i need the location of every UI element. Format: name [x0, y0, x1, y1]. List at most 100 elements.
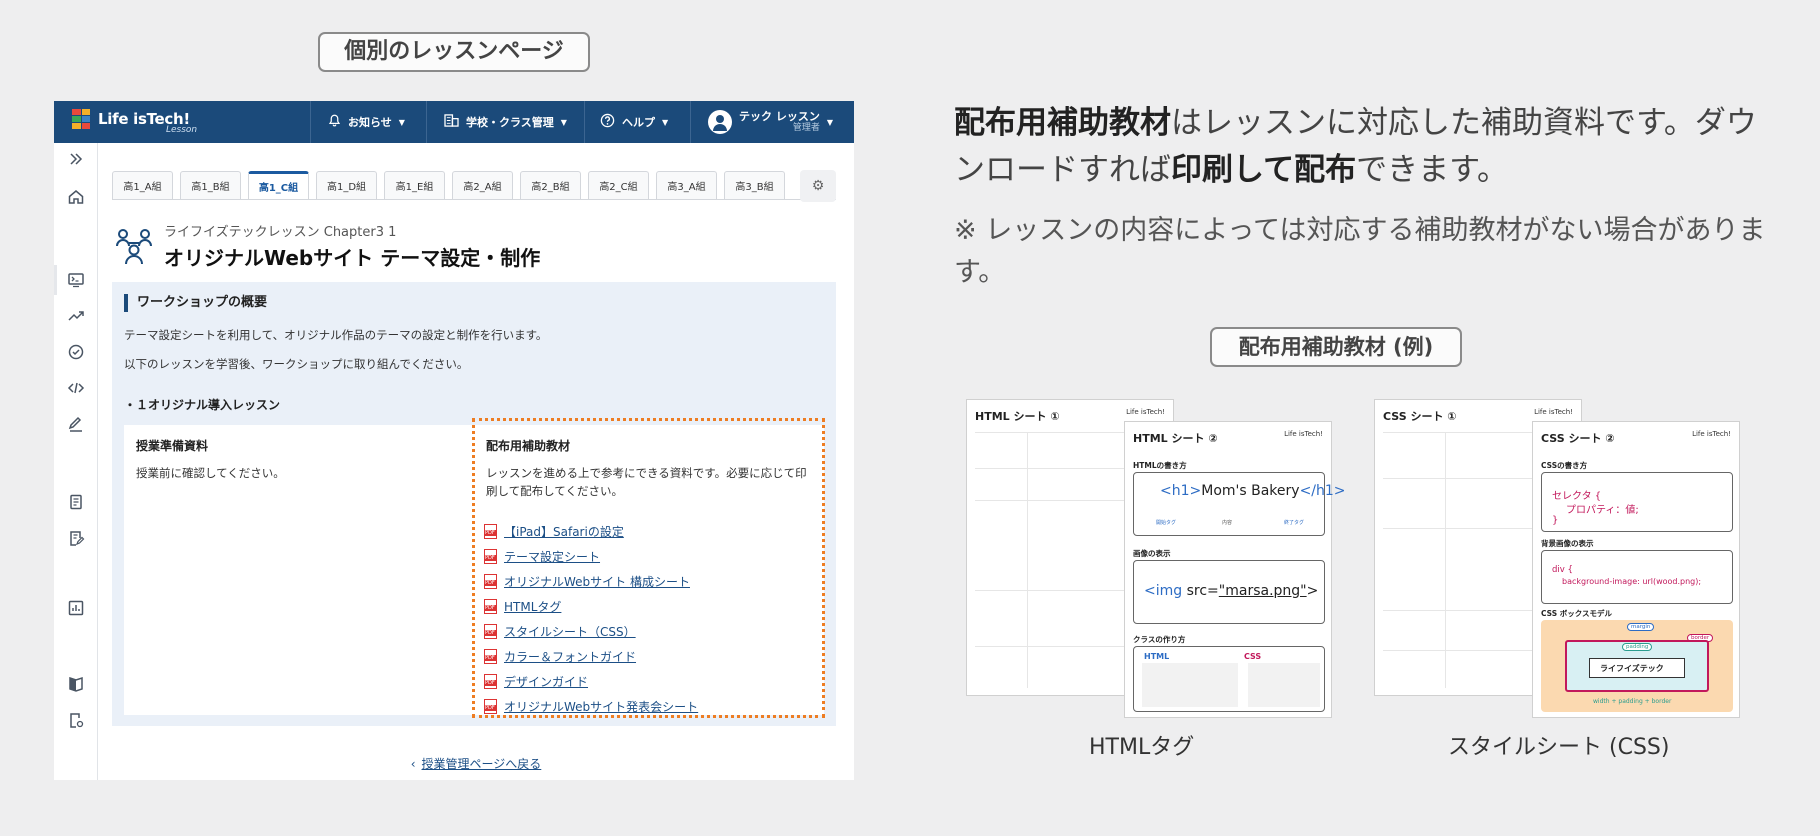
nav-school-label: 学校・クラス管理: [466, 116, 554, 129]
prep-card-text: 授業前に確認してください。: [136, 466, 285, 480]
bell-icon: [328, 114, 341, 130]
desc-bold-print: 印刷して配布: [1171, 152, 1357, 189]
tab-class-2a[interactable]: 高2_A組: [452, 171, 513, 199]
tab-class-1c[interactable]: 高1_C組: [248, 171, 309, 199]
user-menu[interactable]: テック レッスン 管理者 ▼: [708, 101, 833, 143]
expand-sidebar-icon[interactable]: [66, 149, 86, 169]
workshop-overview: ワークショップの概要 テーマ設定シートを利用して、オリジナル作品のテーマの設定と…: [112, 282, 836, 726]
tab-class-3b[interactable]: 高3_B組: [724, 171, 785, 199]
tab-class-2b[interactable]: 高2_B組: [520, 171, 581, 199]
logo-subtext: Lesson: [166, 125, 198, 135]
bar-chart-icon[interactable]: [66, 598, 86, 618]
css-bg-selector: div {: [1552, 565, 1573, 575]
box-width-formula: width + padding + border: [1593, 698, 1672, 705]
chevron-down-icon: ▼: [662, 117, 669, 127]
html-label: HTML: [1144, 652, 1170, 661]
tab-class-2c[interactable]: 高2_C組: [588, 171, 649, 199]
code-h1-text: Mom's Bakery: [1201, 483, 1300, 499]
css-property: プロパティ：値;: [1566, 505, 1639, 516]
lesson-item: ・１オリジナル導入レッスン: [124, 398, 281, 412]
edit-document-icon[interactable]: [66, 528, 86, 548]
note-open-tag: 開始タグ: [1156, 520, 1177, 526]
building-icon: [444, 114, 459, 130]
html-sheet-1-title: HTML シート ①: [975, 410, 1060, 423]
guide-book-icon[interactable]: [66, 674, 86, 694]
box-margin-label: margin: [1627, 623, 1655, 631]
css-background-example: div { background-image: url(wood.png);: [1541, 550, 1733, 604]
logo-icon: [72, 109, 90, 129]
back-to-class-management-link[interactable]: ‹ 授業管理ページへ戻る: [98, 755, 854, 772]
highlight-frame: [472, 418, 825, 718]
section-label-lesson-page: 個別のレッスンページ: [318, 32, 590, 72]
html-h1-example: <h1>Mom's Bakery</h1> 開始タグ 内容 終了タグ: [1133, 472, 1346, 536]
code-img-close: >: [1306, 583, 1319, 599]
prep-materials-card: 授業準備資料 授業前に確認してください。: [124, 425, 474, 715]
home-icon[interactable]: [66, 187, 86, 207]
sheet-logo: Life isTech!: [1534, 408, 1573, 416]
tab-class-1e[interactable]: 高1_E組: [384, 171, 445, 199]
materials-note: ※ レッスンの内容によっては対応する補助教材がない場合があります。: [954, 215, 1766, 288]
top-navigation-bar: Life isTech! Lesson お知らせ ▼ 学校・クラス管理 ▼ ヘル…: [54, 101, 854, 143]
css-sheet-2: CSS シート ② Life isTech! CSSの書き方 セレクタ { プロ…: [1532, 421, 1740, 718]
chevron-down-icon: ▼: [826, 117, 833, 127]
check-circle-icon[interactable]: [66, 342, 86, 362]
note-close-tag: 終了タグ: [1284, 520, 1305, 526]
sidebar: [54, 143, 98, 780]
lesson-subtitle: ライフイズテックレッスン Chapter3 1: [164, 225, 397, 240]
html-section-writing: HTMLの書き方: [1133, 461, 1187, 470]
tab-class-1b[interactable]: 高1_B組: [180, 171, 241, 199]
section-label-materials-example: 配布用補助教材 (例): [1210, 327, 1462, 367]
main-content: 高1_A組 高1_B組 高1_C組 高1_D組 高1_E組 高2_A組 高2_B…: [98, 143, 854, 780]
code-h1-open: <h1>: [1160, 483, 1202, 499]
css-section-background: 背景画像の表示: [1541, 539, 1594, 548]
code-icon[interactable]: [66, 378, 86, 398]
overview-text: テーマ設定シートを利用して、オリジナル作品のテーマの設定と制作を行います。: [124, 328, 548, 342]
css-close-brace: }: [1552, 515, 1559, 526]
css-syntax-example: セレクタ { プロパティ：値; }: [1541, 472, 1733, 532]
user-role: 管理者: [792, 123, 820, 134]
settings-button[interactable]: ⚙: [800, 170, 836, 202]
tab-class-1d[interactable]: 高1_D組: [316, 171, 377, 199]
nav-help-label: ヘルプ: [622, 116, 655, 129]
chevron-down-icon: ▼: [560, 117, 567, 127]
nav-help[interactable]: ヘルプ ▼: [600, 101, 668, 143]
prep-card-title: 授業準備資料: [136, 439, 209, 453]
desc-bold-materials: 配布用補助教材: [954, 105, 1171, 141]
class-tabs: 高1_A組 高1_B組 高1_C組 高1_D組 高1_E組 高2_A組 高2_B…: [112, 171, 785, 199]
code-img: <img: [1144, 583, 1187, 599]
overview-heading: ワークショップの概要: [124, 294, 267, 312]
lesson-header: ライフイズテックレッスン Chapter3 1 オリジナルWebサイト テーマ設…: [114, 221, 540, 271]
html-class-example: HTML CSS: [1133, 646, 1325, 712]
html-sheet-caption: HTMLタグ: [1089, 735, 1195, 760]
tab-class-1a[interactable]: 高1_A組: [112, 171, 173, 199]
sheet-logo: Life isTech!: [1126, 408, 1165, 416]
tab-class-3a[interactable]: 高3_A組: [656, 171, 717, 199]
css-label: CSS: [1244, 652, 1262, 661]
box-padding-label: padding: [1622, 643, 1653, 651]
avatar-icon: [708, 110, 732, 134]
nav-news[interactable]: お知らせ ▼: [328, 101, 405, 143]
overview-instruction: 以下のレッスンを学習後、ワークショップに取り組んでください。: [124, 357, 469, 371]
css-sheet-2-title: CSS シート ②: [1541, 432, 1615, 445]
note-content: 内容: [1222, 520, 1233, 526]
css-sheet-caption: スタイルシート (CSS): [1448, 735, 1670, 760]
box-content-label: ライフイズテック: [1600, 664, 1664, 673]
help-icon: [600, 113, 615, 131]
code-h1-close: </h1>: [1299, 483, 1346, 499]
html-sheet-2: HTML シート ② Life isTech! HTMLの書き方 <h1>Mom…: [1124, 421, 1346, 718]
css-selector: セレクタ {: [1552, 491, 1602, 502]
document-settings-icon[interactable]: [66, 710, 86, 730]
html-section-image: 画像の表示: [1133, 549, 1171, 558]
nav-school-class[interactable]: 学校・クラス管理 ▼: [444, 101, 567, 143]
box-model-diagram: margin border padding ライフイズテック width + p…: [1541, 620, 1733, 712]
pen-icon[interactable]: [66, 414, 86, 434]
back-link-label[interactable]: 授業管理ページへ戻る: [422, 757, 542, 771]
sheet-logo: Life isTech!: [1692, 430, 1731, 438]
nav-news-label: お知らせ: [348, 116, 392, 129]
app-window: Life isTech! Lesson お知らせ ▼ 学校・クラス管理 ▼ ヘル…: [54, 101, 854, 780]
html-section-class: クラスの作り方: [1133, 635, 1186, 644]
documents-icon[interactable]: [66, 492, 86, 512]
trend-chart-icon[interactable]: [66, 306, 86, 326]
html-sheet-2-title: HTML シート ②: [1133, 432, 1218, 445]
lesson-screen-icon[interactable]: [66, 270, 86, 290]
